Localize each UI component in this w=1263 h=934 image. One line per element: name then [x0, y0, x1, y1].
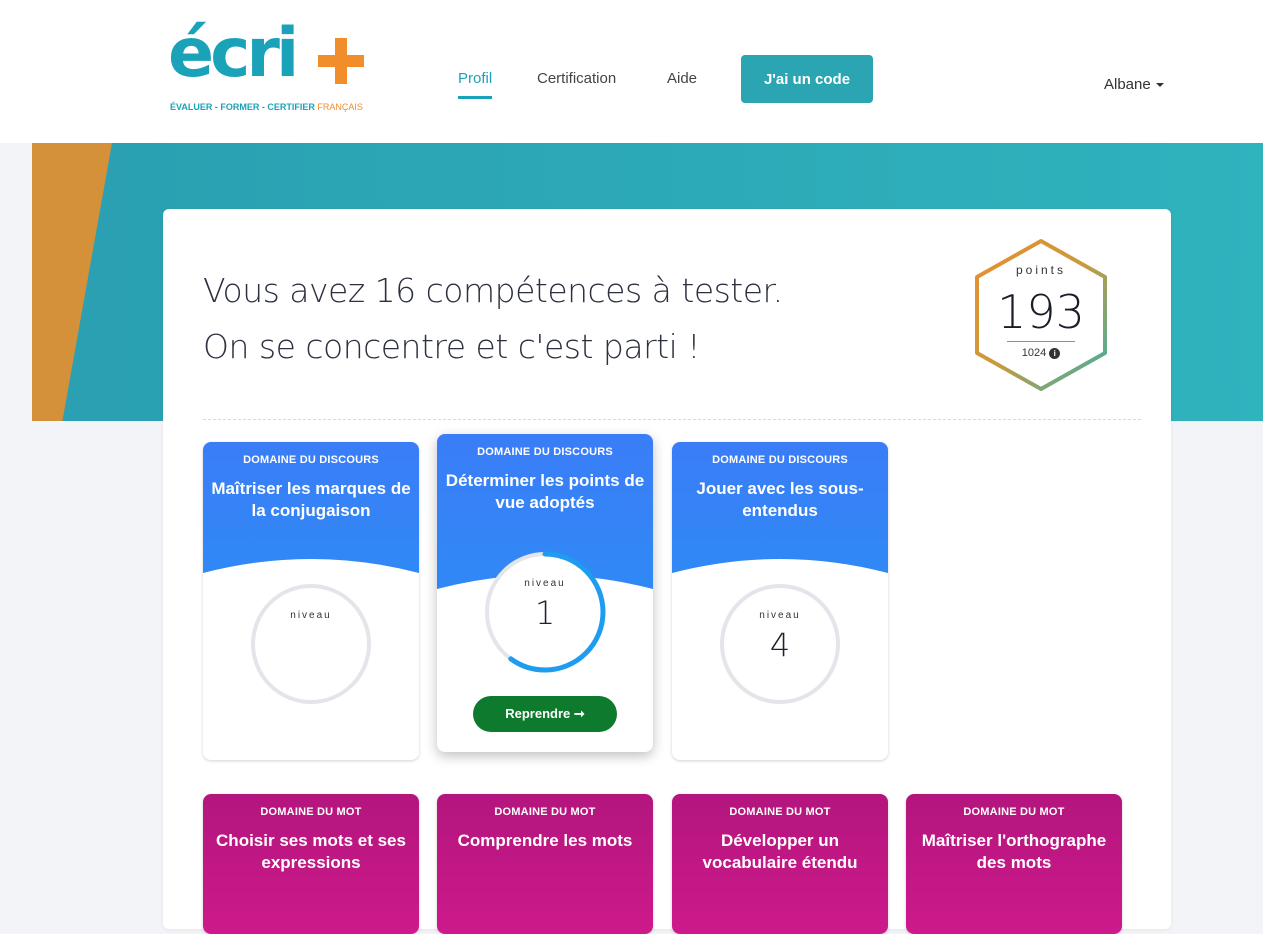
logo-tagline: ÉVALUER - FORMER - CERTIFIER FRANÇAIS	[170, 102, 363, 112]
gauge-label: niveau	[290, 610, 332, 621]
points-badge[interactable]: points 193 1024 i	[971, 237, 1111, 393]
nav-profil[interactable]: Profil	[458, 70, 493, 99]
code-button[interactable]: J'ai un code	[741, 55, 873, 103]
gauge-label: niveau	[759, 610, 801, 621]
header: écri ÉVALUER - FORMER - CERTIFIER FRANÇA…	[0, 0, 1263, 143]
heading-line-1: Vous avez 16 compétences à tester.	[203, 271, 783, 310]
card-title: Maîtriser les marques de la conjugaison	[211, 479, 411, 520]
card-domain: DOMAINE DU DISCOURS	[477, 446, 613, 458]
competence-card[interactable]: DOMAINE DU MOT Développer un vocabulaire…	[672, 794, 888, 934]
gauge-value: 1	[534, 594, 556, 632]
caret-down-icon	[1155, 83, 1164, 88]
user-menu[interactable]: Albane	[1104, 76, 1164, 93]
card-header: DOMAINE DU MOT Développer un vocabulaire…	[672, 794, 888, 934]
section-divider	[203, 419, 1141, 420]
points-divider	[1007, 341, 1075, 342]
card-domain: DOMAINE DU MOT	[260, 806, 362, 818]
nav-aide[interactable]: Aide	[667, 70, 697, 87]
competence-card[interactable]: DOMAINE DU DISCOURS Maîtriser les marque…	[203, 442, 419, 760]
card-title: Déterminer les points de vue adoptés	[445, 471, 645, 512]
gauge-value: 4	[769, 626, 791, 664]
card-title: Développer un vocabulaire étendu	[702, 831, 858, 872]
card-header: DOMAINE DU DISCOURS Maîtriser les marque…	[203, 442, 419, 593]
card-title: Maîtriser l'orthographe des mots	[921, 831, 1107, 872]
logo-tagline-main: ÉVALUER - FORMER - CERTIFIER	[170, 102, 315, 112]
points-value: 193	[997, 285, 1085, 339]
level-gauge: niveau 1	[483, 550, 607, 674]
card-header: DOMAINE DU MOT Choisir ses mots et ses e…	[203, 794, 419, 934]
competence-card[interactable]: DOMAINE DU MOT Maîtriser l'orthographe d…	[906, 794, 1122, 934]
level-gauge: niveau 4	[718, 582, 842, 706]
gauge-label: niveau	[524, 578, 566, 589]
logo-tagline-lang: FRANÇAIS	[317, 102, 363, 112]
info-circle-icon[interactable]: i	[1049, 347, 1061, 359]
card-domain: DOMAINE DU DISCOURS	[712, 454, 848, 466]
user-name: Albane	[1104, 76, 1151, 93]
level-gauge: niveau	[249, 582, 373, 706]
nav-certification[interactable]: Certification	[537, 70, 616, 87]
card-domain: DOMAINE DU MOT	[963, 806, 1065, 818]
points-total-value: 1024	[1021, 347, 1047, 359]
resume-button[interactable]: Reprendre ➞	[473, 696, 617, 732]
logo-wordmark: écri	[168, 14, 299, 93]
card-header: DOMAINE DU MOT Maîtriser l'orthographe d…	[906, 794, 1122, 934]
card-title: Comprendre les mots	[457, 831, 633, 850]
logo-plus-icon	[318, 38, 364, 84]
card-title: Jouer avec les sous-entendus	[696, 479, 864, 520]
card-title: Choisir ses mots et ses expressions	[216, 831, 406, 872]
competence-card[interactable]: DOMAINE DU MOT Choisir ses mots et ses e…	[203, 794, 419, 934]
card-header: DOMAINE DU DISCOURS Jouer avec les sous-…	[672, 442, 888, 593]
points-label: points	[1015, 263, 1067, 277]
card-header: DOMAINE DU MOT Comprendre les mots	[437, 794, 653, 934]
ecrit-logo[interactable]: écri ÉVALUER - FORMER - CERTIFIER FRANÇA…	[168, 20, 368, 118]
card-domain: DOMAINE DU MOT	[729, 806, 831, 818]
competence-card[interactable]: DOMAINE DU DISCOURS Jouer avec les sous-…	[672, 442, 888, 760]
points-total: 1024 i	[971, 347, 1111, 359]
competence-card[interactable]: DOMAINE DU MOT Comprendre les mots	[437, 794, 653, 934]
heading-line-2: On se concentre et c'est parti !	[203, 327, 700, 366]
competence-card[interactable]: DOMAINE DU DISCOURS Déterminer les point…	[437, 434, 653, 752]
card-domain: DOMAINE DU DISCOURS	[243, 454, 379, 466]
card-domain: DOMAINE DU MOT	[494, 806, 596, 818]
